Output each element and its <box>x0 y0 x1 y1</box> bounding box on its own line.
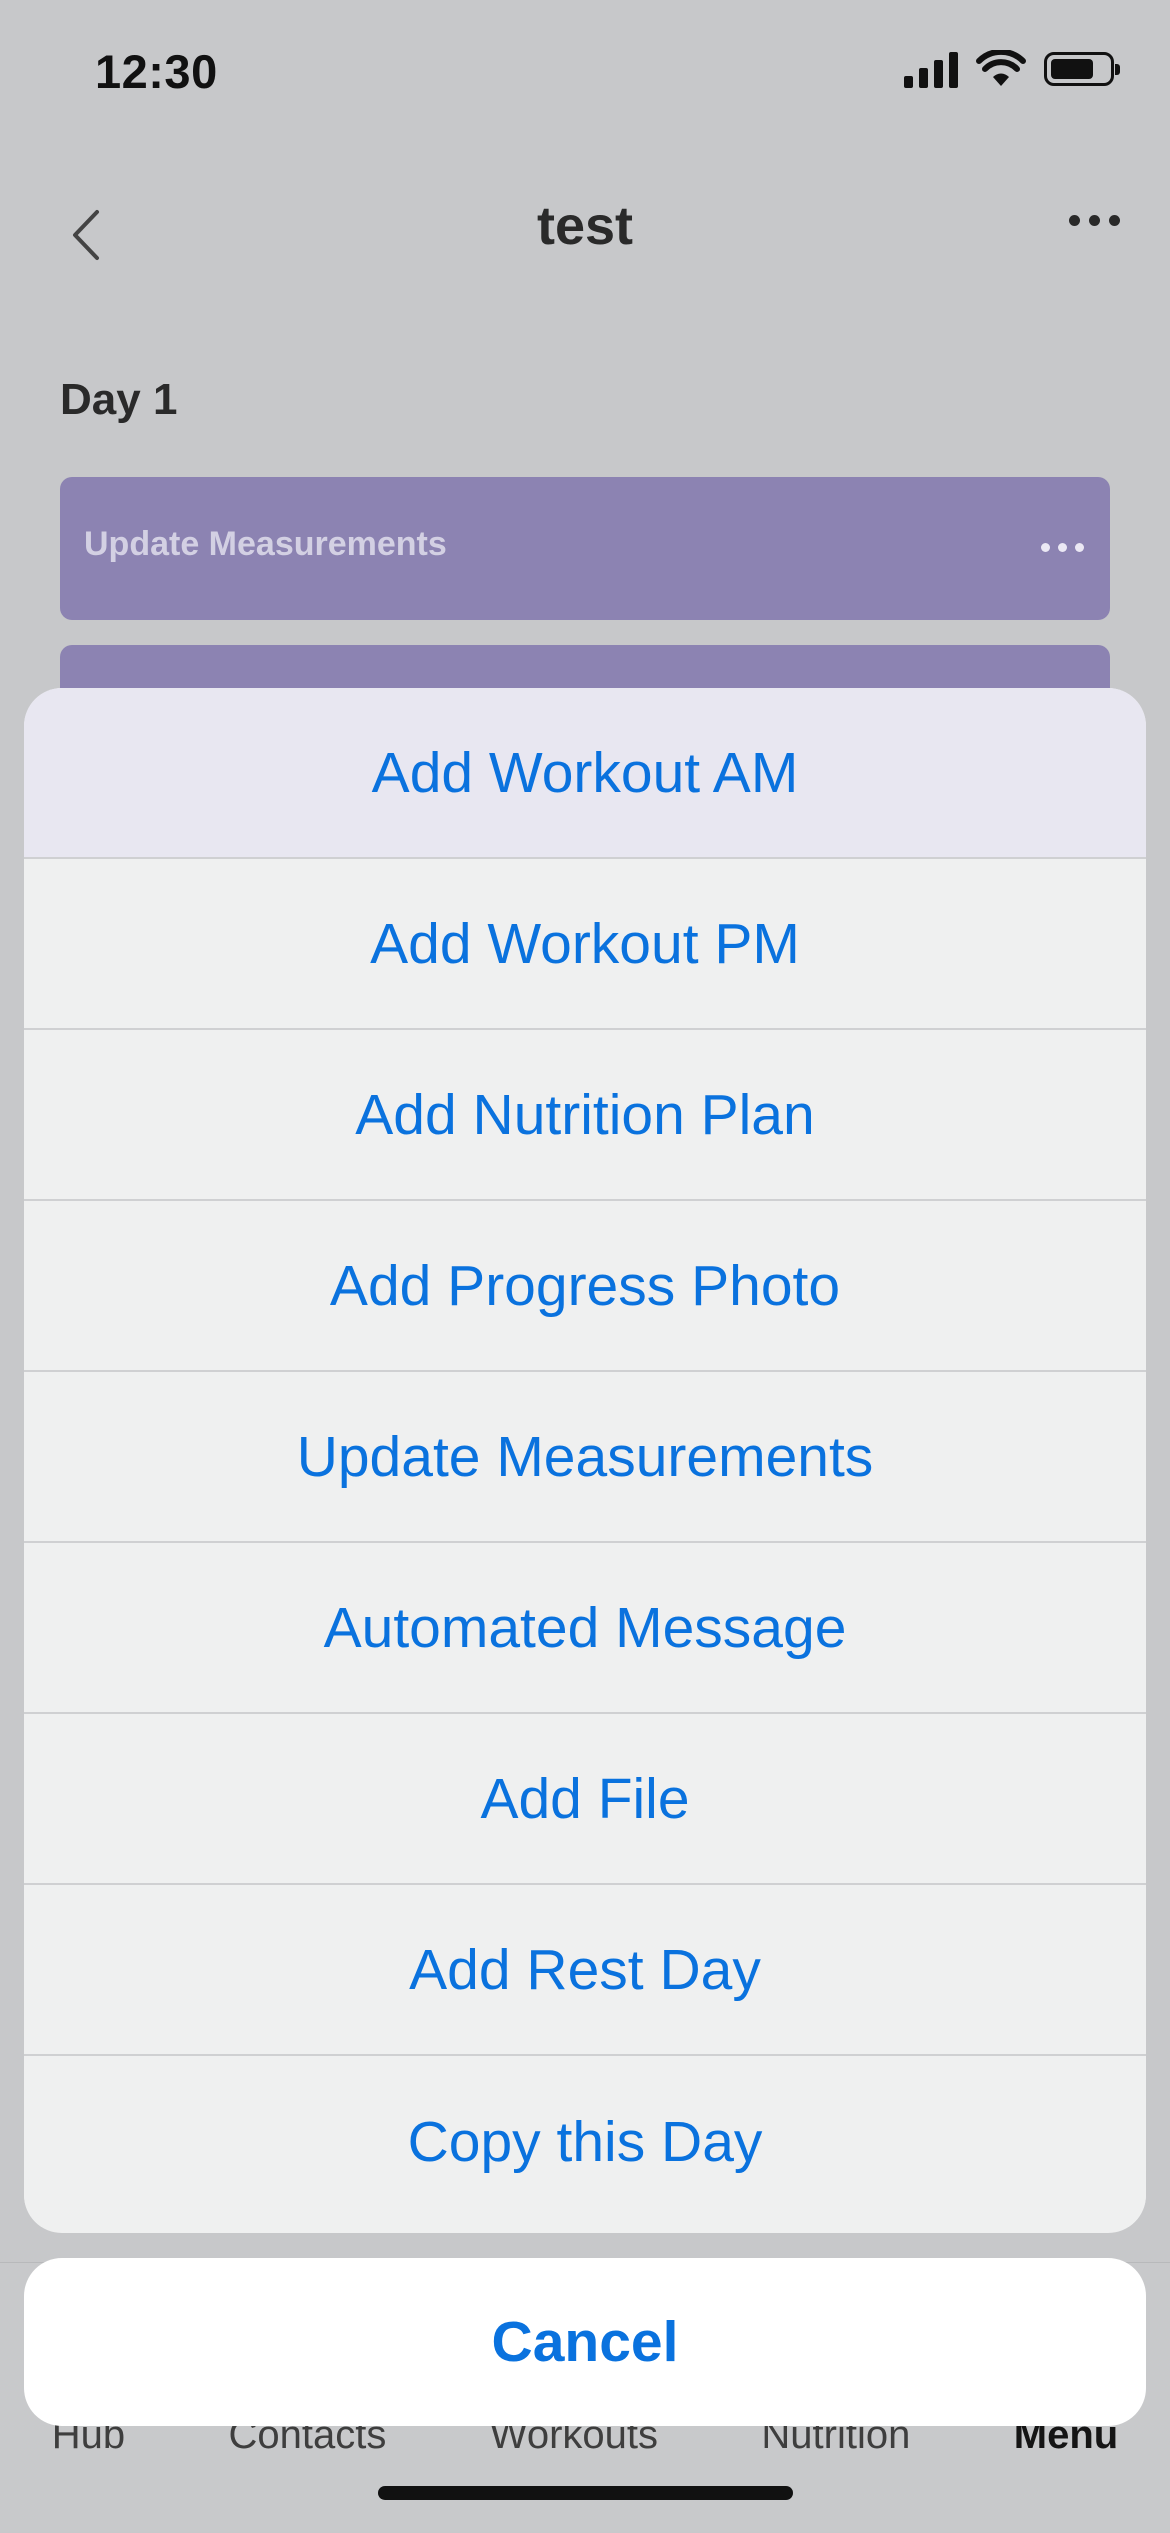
home-indicator[interactable] <box>378 2486 793 2500</box>
add-rest-day-button[interactable]: Add Rest Day <box>24 1885 1146 2056</box>
automated-message-button[interactable]: Automated Message <box>24 1543 1146 1714</box>
day-item-label: Update Measurements <box>84 525 447 563</box>
add-workout-am-button[interactable]: Add Workout AM <box>24 688 1146 859</box>
cellular-signal-icon <box>904 50 958 88</box>
status-icons <box>904 50 1120 88</box>
wifi-icon <box>976 50 1026 86</box>
status-time: 12:30 <box>95 45 218 98</box>
dot <box>1069 215 1080 226</box>
dot <box>1075 543 1084 552</box>
add-file-button[interactable]: Add File <box>24 1714 1146 1885</box>
day-item-card[interactable]: Update Measurements <box>60 477 1110 620</box>
page-title: test <box>536 196 634 256</box>
update-measurements-button[interactable]: Update Measurements <box>24 1372 1146 1543</box>
more-options-button[interactable] <box>1069 215 1120 226</box>
action-sheet: Add Workout AM Add Workout PM Add Nutrit… <box>24 688 1146 2233</box>
dot <box>1058 543 1067 552</box>
cancel-button[interactable]: Cancel <box>24 2258 1146 2426</box>
day-item-more-button[interactable] <box>1041 543 1084 552</box>
copy-this-day-button[interactable]: Copy this Day <box>24 2056 1146 2227</box>
battery-icon <box>1044 52 1120 86</box>
add-workout-pm-button[interactable]: Add Workout PM <box>24 859 1146 1030</box>
day-label: Day 1 <box>60 375 178 424</box>
dot <box>1089 215 1100 226</box>
add-nutrition-plan-button[interactable]: Add Nutrition Plan <box>24 1030 1146 1201</box>
dot <box>1041 543 1050 552</box>
dot <box>1109 215 1120 226</box>
app-screen: 12:30 test Day 1 Update Measurements Hub <box>0 0 1170 2533</box>
add-progress-photo-button[interactable]: Add Progress Photo <box>24 1201 1146 1372</box>
